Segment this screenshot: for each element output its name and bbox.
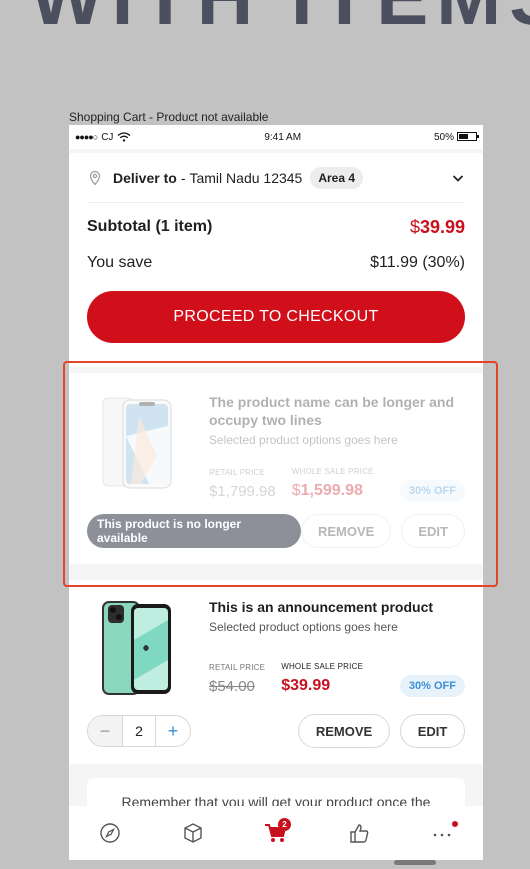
tab-deals[interactable] — [341, 815, 377, 851]
proceed-to-checkout-button[interactable]: PROCEED TO CHECKOUT — [87, 291, 465, 343]
wholesale-price-label: WHOLE SALE PRICE — [281, 662, 364, 671]
tab-cart[interactable]: 2 — [258, 815, 294, 851]
deliver-location: Tamil Nadu 12345 — [189, 169, 303, 186]
phone-screen: ●●●●○ CJ 9:41 AM 50% Deliver to - Tamil … — [69, 125, 483, 859]
deliver-separator: - — [180, 169, 186, 186]
cart-item: This is an announcement product Selected… — [69, 580, 483, 764]
deliver-label: Deliver to — [113, 169, 177, 186]
home-indicator — [394, 860, 436, 865]
status-bar: ●●●●○ CJ 9:41 AM 50% — [69, 125, 483, 149]
wholesale-value: 1,599.98 — [300, 482, 363, 499]
retail-price-label: RETAIL PRICE — [209, 663, 266, 672]
tab-explore[interactable] — [92, 815, 128, 851]
subtotal-price: $39.99 — [410, 217, 465, 238]
cart-summary: Deliver to - Tamil Nadu 12345 Area 4 Sub… — [69, 153, 483, 367]
wholesale-price: $1,599.98 — [292, 482, 374, 500]
background-heading: WITH ITEMS L — [30, 0, 530, 43]
tab-orders[interactable] — [175, 815, 211, 851]
subtotal-row: Subtotal (1 item) $39.99 — [87, 209, 465, 245]
remove-button[interactable]: REMOVE — [298, 714, 390, 748]
subtotal-value: 39.99 — [419, 216, 465, 237]
wifi-icon — [118, 132, 131, 142]
cart-item-unavailable: The product name can be longer and occup… — [69, 373, 483, 564]
discount-badge: 30% OFF — [399, 675, 465, 697]
savings-row: You save $11.99 (30%) — [87, 245, 465, 281]
battery-icon — [456, 132, 479, 142]
quantity-stepper: − 2 + — [87, 715, 191, 747]
retail-price-label: RETAIL PRICE — [209, 468, 266, 477]
chevron-down-icon[interactable] — [451, 171, 465, 185]
area-chip: Area 4 — [310, 166, 364, 189]
edit-button[interactable]: EDIT — [401, 514, 465, 548]
product-options: Selected product options goes here — [209, 620, 398, 634]
wholesale-currency: $ — [291, 482, 301, 499]
cart-count-badge: 2 — [277, 818, 291, 831]
tab-more[interactable] — [424, 815, 460, 851]
quantity-value[interactable]: 2 — [122, 716, 156, 746]
notification-dot — [451, 821, 458, 827]
decrease-quantity-button[interactable]: − — [88, 716, 122, 746]
battery-percent: 50% — [433, 131, 454, 143]
increase-quantity-button[interactable]: + — [156, 716, 190, 746]
wholesale-price-label: WHOLE SALE PRICE — [291, 467, 374, 476]
retail-price: $54.00 — [209, 678, 255, 695]
savings-label: You save — [87, 254, 153, 271]
subtotal-currency: $ — [409, 216, 420, 237]
discount-badge: 30% OFF — [399, 480, 465, 502]
product-name[interactable]: This is an announcement product — [209, 598, 465, 616]
signal-icon: ●●●●○ — [75, 132, 98, 142]
product-name[interactable]: The product name can be longer and occup… — [209, 393, 465, 429]
box-icon — [184, 823, 202, 843]
location-pin-icon — [89, 170, 101, 185]
compass-icon — [100, 823, 121, 843]
product-options: Selected product options goes here — [209, 433, 398, 447]
delivery-selector[interactable]: Deliver to - Tamil Nadu 12345 Area 4 — [87, 153, 465, 203]
carrier-name: CJ — [101, 131, 114, 143]
edit-button[interactable]: EDIT — [400, 714, 465, 748]
artboard-label: Shopping Cart - Product not available — [69, 110, 269, 124]
status-time: 9:41 AM — [264, 131, 302, 143]
wholesale-price: $39.99 — [281, 677, 331, 694]
savings-value: $11.99 (30%) — [370, 254, 465, 271]
thumbs-up-icon — [350, 824, 369, 843]
product-image-iphone-11 — [87, 598, 187, 698]
product-image-iphone-x — [87, 393, 187, 493]
subtotal-label: Subtotal (1 item) — [87, 218, 213, 235]
unavailable-status-badge: This product is no longer available — [87, 514, 302, 548]
remove-button[interactable]: REMOVE — [301, 514, 392, 548]
more-icon — [433, 833, 450, 837]
retail-price: $1,799.98 — [209, 483, 276, 500]
bottom-tab-bar: 2 — [69, 806, 483, 860]
